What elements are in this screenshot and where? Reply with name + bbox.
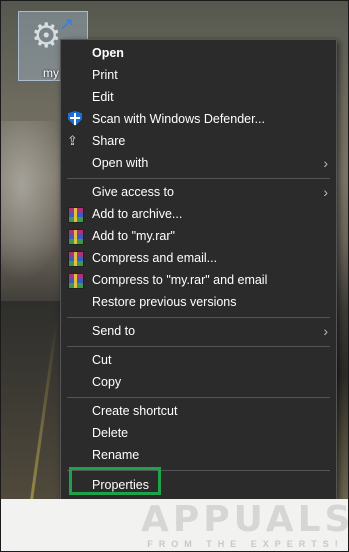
menu-item-print[interactable]: Print [61,64,336,86]
winrar-icon [67,250,84,267]
menu-item-label: Open with [92,156,149,170]
menu-item-send-to[interactable]: Send to › [61,320,336,342]
watermark: APPUALS FROM THE EXPERTS! [141,499,349,551]
menu-item-restore-previous[interactable]: Restore previous versions [61,291,336,313]
menu-item-label: Give access to [92,185,174,199]
menu-item-label: Open [92,46,124,60]
share-icon: ⇪ [67,133,78,148]
menu-item-label: Compress and email... [92,251,218,265]
menu-item-copy[interactable]: Copy [61,371,336,393]
menu-item-open-with[interactable]: Open with › [61,152,336,174]
menu-item-add-to-my-rar[interactable]: Add to "my.rar" [61,225,336,247]
menu-item-delete[interactable]: Delete [61,422,336,444]
menu-item-label: Create shortcut [92,404,178,418]
menu-item-label: Cut [92,353,112,367]
menu-item-open[interactable]: Open [61,42,336,64]
menu-item-share[interactable]: ⇪ Share [61,130,336,152]
watermark-word: APPUALS [141,499,349,540]
menu-item-give-access[interactable]: Give access to › [61,181,336,203]
menu-item-label: Restore previous versions [92,295,237,309]
windows-defender-shield-icon [67,111,83,127]
menu-separator [67,346,330,347]
menu-item-add-to-archive[interactable]: Add to archive... [61,203,336,225]
menu-item-label: Share [92,134,126,148]
menu-item-label: Scan with Windows Defender... [92,112,265,126]
menu-item-create-shortcut[interactable]: Create shortcut [61,400,336,422]
menu-item-label: Delete [92,426,129,440]
winrar-icon [67,228,84,245]
menu-item-label: Add to "my.rar" [92,229,175,243]
menu-item-scan-defender[interactable]: Scan with Windows Defender... [61,108,336,130]
menu-item-cut[interactable]: Cut [61,349,336,371]
menu-item-label: Rename [92,448,140,462]
menu-item-label: Compress to "my.rar" and email [92,273,268,287]
menu-separator [67,397,330,398]
menu-item-rename[interactable]: Rename [61,444,336,466]
menu-item-edit[interactable]: Edit [61,86,336,108]
winrar-icon [67,206,84,223]
screenshot-frame: ⚙ ↗ my Open Print Edit Scan with Windows… [0,0,349,552]
menu-item-label: Copy [92,375,122,389]
menu-item-label: Send to [92,324,136,338]
gear-icon: ⚙ [31,17,62,55]
bottom-white-strip [1,499,141,551]
shortcut-arrow-icon: ↗ [59,14,75,34]
desktop-file-label: my [43,66,59,80]
chevron-right-icon: › [323,184,328,200]
context-menu: Open Print Edit Scan with Windows Defend… [60,39,337,501]
menu-item-compress-to-my-rar-email[interactable]: Compress to "my.rar" and email [61,269,336,291]
winrar-icon [67,272,84,289]
chevron-right-icon: › [323,323,328,339]
properties-highlight-box [69,467,161,495]
menu-item-label: Add to archive... [92,207,183,221]
menu-separator [67,178,330,179]
chevron-right-icon: › [323,155,328,171]
menu-item-label: Edit [92,90,114,104]
menu-item-compress-email[interactable]: Compress and email... [61,247,336,269]
watermark-tagline: FROM THE EXPERTS! [147,539,344,549]
menu-separator [67,317,330,318]
menu-item-label: Print [92,68,118,82]
